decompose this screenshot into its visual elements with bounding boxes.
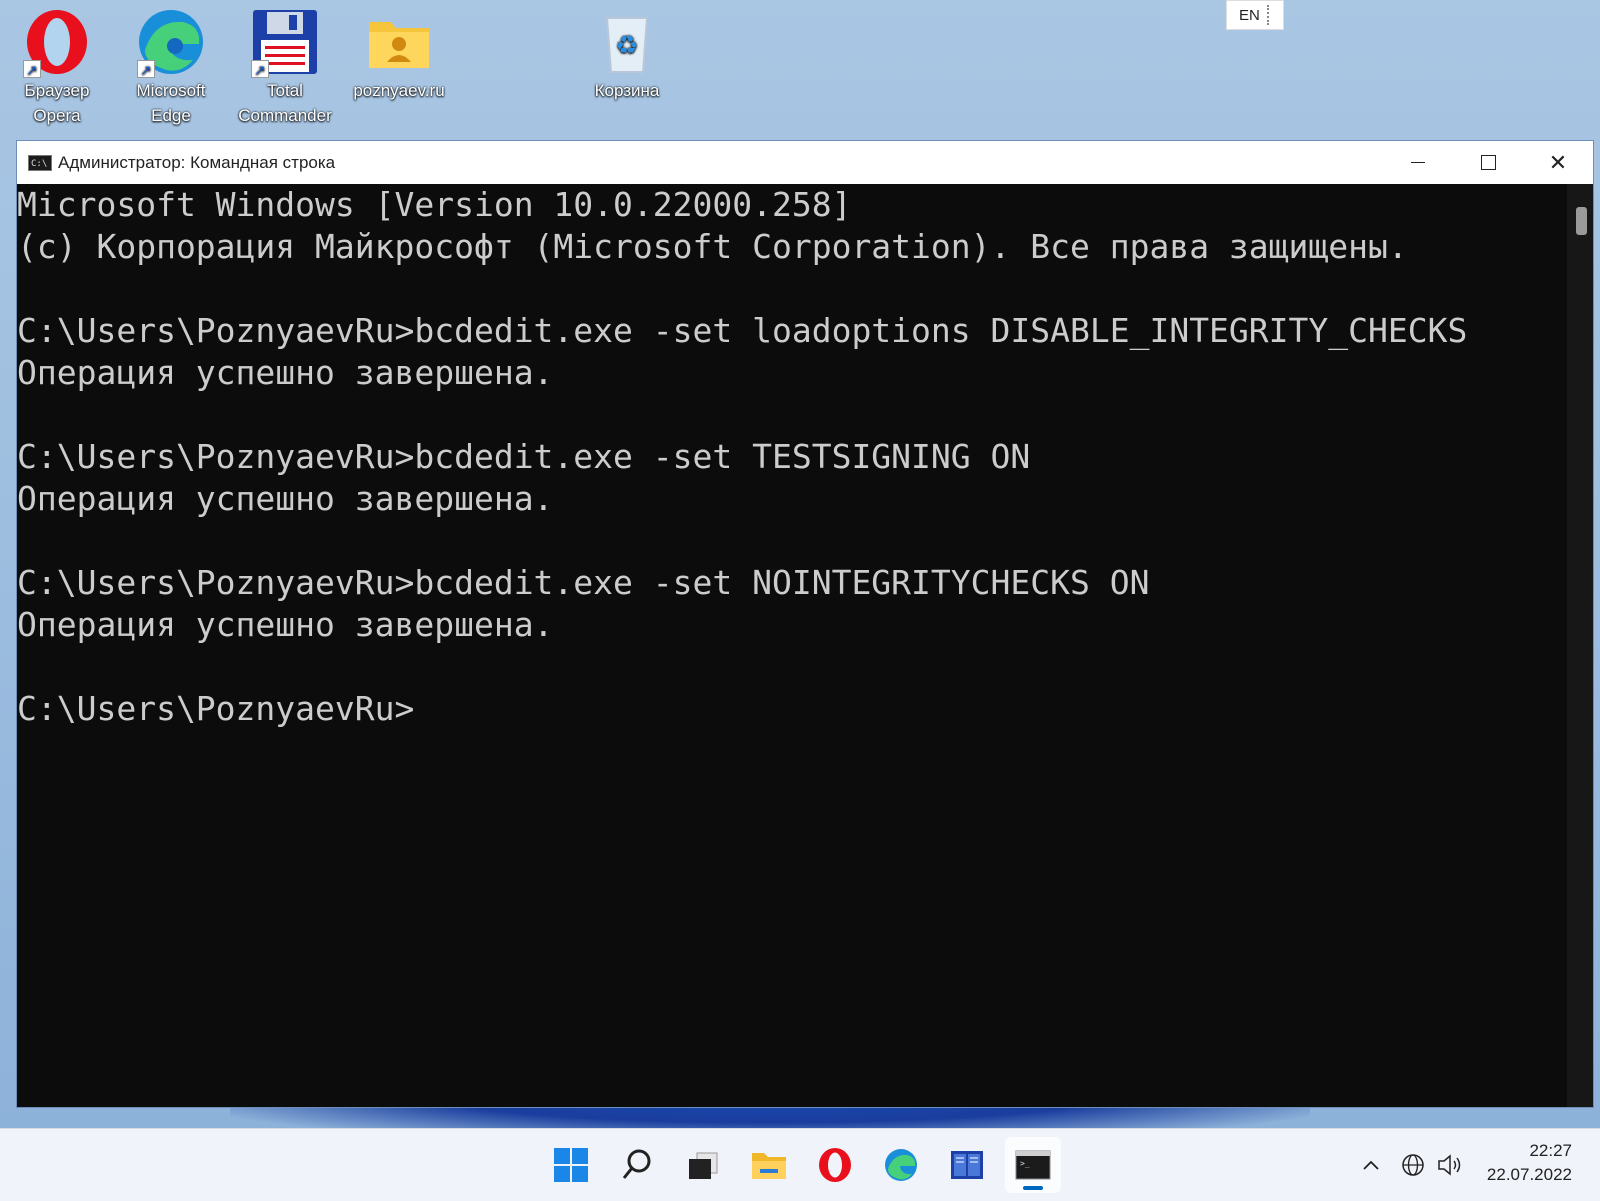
desktop-icon-folder[interactable]: poznyaev.ru [344,6,454,103]
desktop-icon-label: Opera [33,106,81,125]
command-prompt-icon: C:\ [28,154,52,171]
opera-taskbar-button[interactable] [807,1137,863,1193]
network-button[interactable] [1400,1129,1426,1201]
shortcut-arrow-icon [251,58,269,83]
edge-taskbar-button[interactable] [873,1137,929,1193]
language-bar-handle-icon [1267,5,1277,25]
task-view-icon [689,1152,718,1179]
desktop-icon-total-commander[interactable]: Total Commander [230,6,340,128]
windows-start-icon [554,1148,588,1182]
console-line: Операция успешно завершена. [17,605,554,644]
console-line: C:\Users\PoznyaevRu>bcdedit.exe -set loa… [17,311,1468,350]
globe-icon [1402,1154,1424,1176]
console-line: Операция успешно завершена. [17,479,554,518]
window-titlebar[interactable]: C:\ Администратор: Командная строка ✕ [17,141,1593,184]
total-commander-icon [951,1151,983,1179]
window-title: Администратор: Командная строка [58,152,336,172]
console-line: (c) Корпорация Майкрософт (Microsoft Cor… [17,227,1408,266]
desktop-icon-label: Корзина [594,81,660,100]
close-button[interactable]: ✕ [1523,141,1593,184]
minimize-icon [1411,162,1425,163]
opera-icon [819,1148,851,1182]
user-folder-icon [363,6,435,78]
search-icon [622,1149,651,1179]
console-line: Операция успешно завершена. [17,353,554,392]
desktop-icon-label: Total [267,81,303,100]
desktop-icon-label: Microsoft [136,81,206,100]
desktop-icon-label: Commander [238,106,332,125]
console-output[interactable]: Microsoft Windows [Version 10.0.22000.25… [17,184,1567,1107]
desktop-icon-label: Edge [151,106,191,125]
console-line: Microsoft Windows [Version 10.0.22000.25… [17,185,852,224]
shortcut-arrow-icon [23,58,41,83]
total-commander-taskbar-button[interactable] [939,1137,995,1193]
desktop-icon-edge[interactable]: Microsoft Edge [116,6,226,128]
console-line: C:\Users\PoznyaevRu>bcdedit.exe -set NOI… [17,563,1150,602]
console-line: C:\Users\PoznyaevRu>bcdedit.exe -set TES… [17,437,1031,476]
command-prompt-icon: >_ [1015,1150,1051,1180]
edge-icon [885,1149,917,1181]
clock[interactable]: 22:27 22.07.2022 [1487,1139,1572,1187]
edge-icon [135,6,207,83]
show-hidden-icons-button[interactable] [1360,1129,1382,1201]
search-button[interactable] [609,1137,665,1193]
desktop-icon-label: Браузер [24,81,90,100]
minimize-button[interactable] [1383,141,1453,184]
command-prompt-taskbar-button[interactable]: >_ [1005,1137,1061,1193]
file-explorer-icon [752,1153,786,1179]
recycle-bin-icon: ♻ [591,6,663,78]
taskbar: >_ 22:27 22.07.2022 [0,1128,1600,1201]
clock-time: 22:27 [1529,1141,1572,1160]
maximize-button[interactable] [1453,141,1523,184]
desktop-icon-recycle-bin[interactable]: ♻ Корзина [572,6,682,103]
active-indicator [1023,1186,1043,1190]
command-prompt-window: C:\ Администратор: Командная строка ✕ Mi… [16,140,1594,1108]
opera-icon [21,6,93,83]
chevron-up-icon [1363,1160,1379,1170]
start-button[interactable] [543,1137,599,1193]
floppy-disk-icon [249,6,321,83]
console-line: C:\Users\PoznyaevRu> [17,689,415,728]
shortcut-arrow-icon [137,58,155,83]
svg-text:>_: >_ [1020,1159,1030,1168]
svg-text:♻: ♻ [615,31,638,61]
desktop-icon-label: poznyaev.ru [353,81,445,100]
language-indicator[interactable]: EN [1226,0,1284,30]
speaker-icon [1438,1154,1461,1176]
close-icon: ✕ [1548,149,1568,175]
scrollbar-thumb[interactable] [1576,207,1587,235]
maximize-icon [1480,155,1496,170]
desktop-icon-opera[interactable]: Браузер Opera [2,6,112,128]
language-label: EN [1239,6,1260,24]
task-view-button[interactable] [675,1137,731,1193]
file-explorer-button[interactable] [741,1137,797,1193]
clock-date: 22.07.2022 [1486,1165,1572,1184]
volume-button[interactable] [1436,1129,1464,1201]
vertical-scrollbar[interactable] [1567,184,1593,1107]
